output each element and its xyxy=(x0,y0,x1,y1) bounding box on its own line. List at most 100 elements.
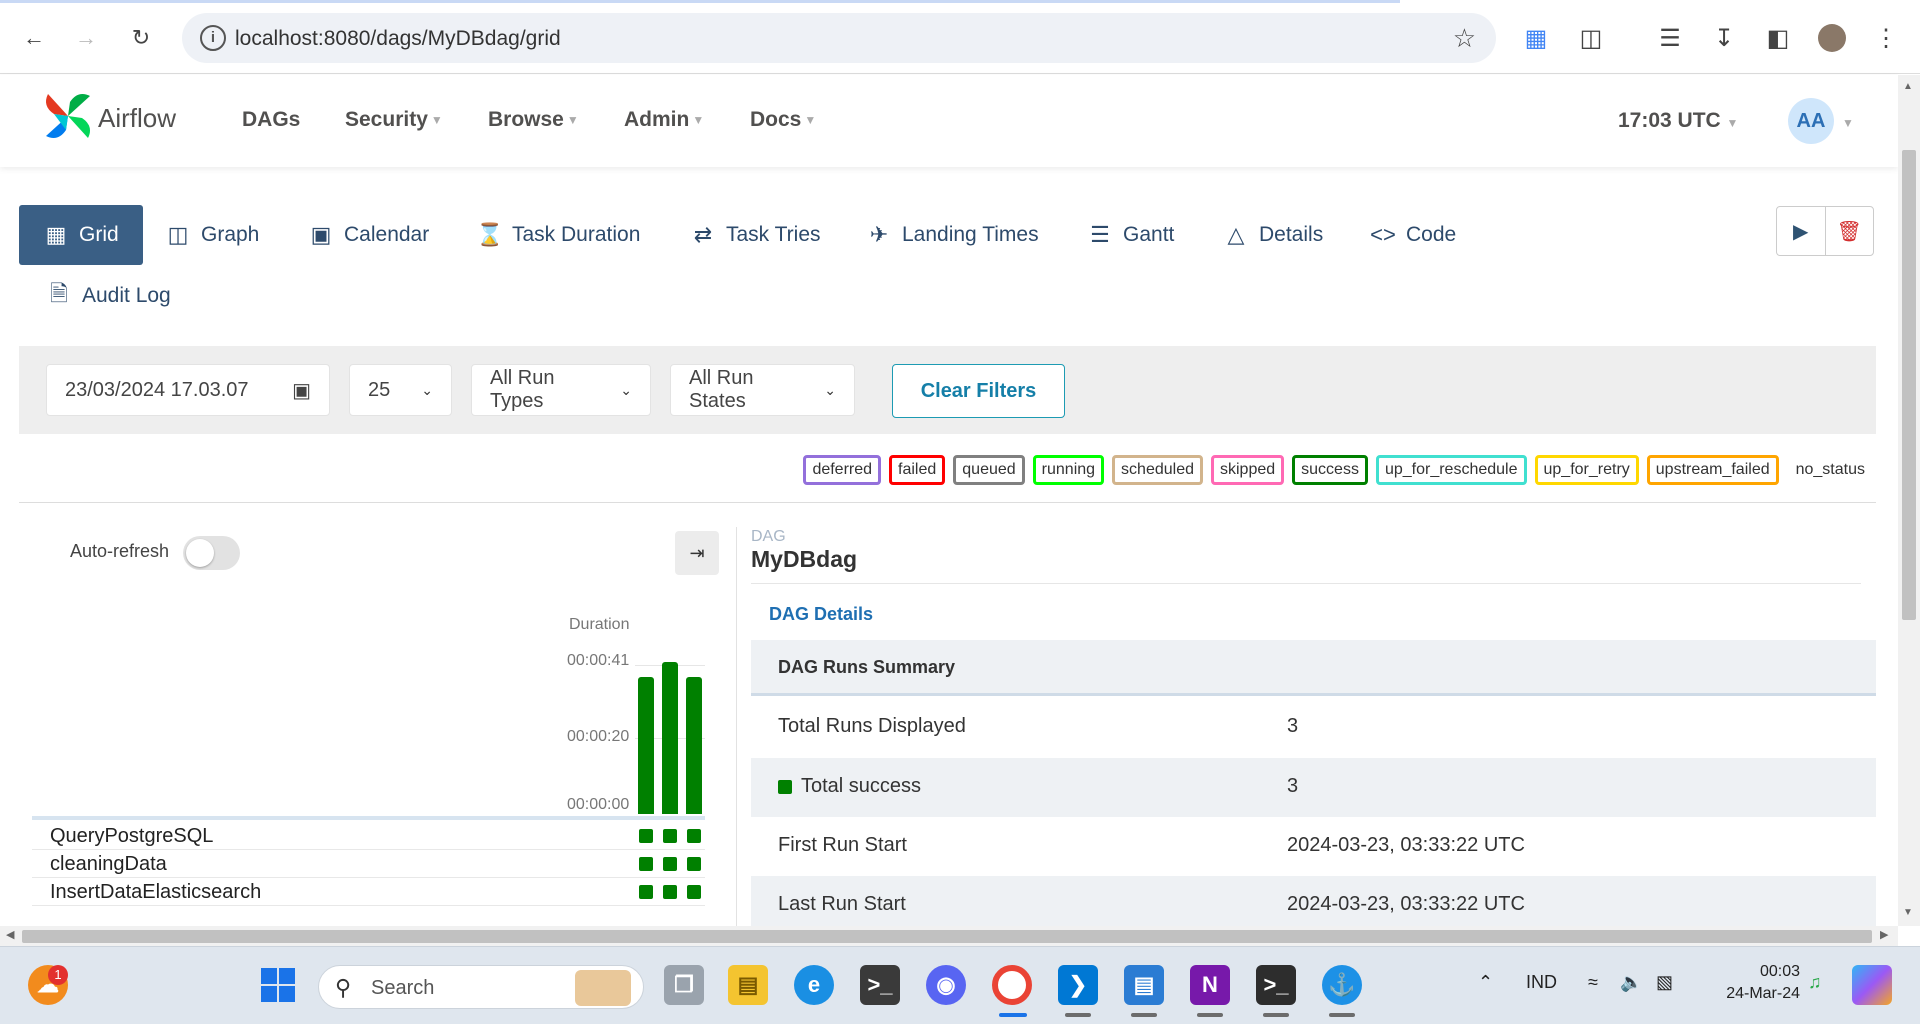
run-state-select[interactable]: All Run States ⌄ xyxy=(670,364,855,416)
task-instance-cell[interactable] xyxy=(663,885,677,899)
windows-start-icon[interactable] xyxy=(258,965,298,1005)
clear-filters-button[interactable]: Clear Filters xyxy=(892,364,1065,418)
legend-upstream-failed[interactable]: upstream_failed xyxy=(1646,455,1779,485)
system-clock[interactable]: 00:03 24-Mar-24 xyxy=(1720,961,1800,1005)
tab-landing-times[interactable]: ✈ Landing Times xyxy=(842,205,1063,265)
legend-deferred[interactable]: deferred xyxy=(803,455,882,485)
delete-dag-button[interactable]: 🗑 xyxy=(1824,207,1874,255)
tab-graph[interactable]: ◫ Graph xyxy=(141,205,283,265)
chrome-icon[interactable] xyxy=(992,965,1032,1005)
task-instance-cell[interactable] xyxy=(687,885,701,899)
media-queue-icon[interactable]: ☰ xyxy=(1652,20,1688,56)
back-icon[interactable]: ← xyxy=(14,18,54,58)
tab-task-duration[interactable]: ⌛ Task Duration xyxy=(452,205,664,265)
panel-divider[interactable] xyxy=(736,527,737,927)
reload-icon[interactable]: ↻ xyxy=(121,18,161,58)
tab-gantt[interactable]: ☰ Gantt xyxy=(1063,205,1198,265)
task-name[interactable]: InsertDataElasticsearch xyxy=(50,881,261,904)
page-vertical-scrollbar[interactable]: ▲ ▼ xyxy=(1898,75,1920,926)
legend-up-for-retry[interactable]: up_for_retry xyxy=(1534,455,1639,485)
base-date-input[interactable]: 23/03/2024 17.03.07 ▣ xyxy=(46,364,330,416)
dag-details-link[interactable]: DAG Details xyxy=(769,604,873,625)
volume-icon[interactable]: 🔈 xyxy=(1620,972,1642,993)
legend-success[interactable]: success xyxy=(1292,455,1368,485)
notepad-icon[interactable]: ▤ xyxy=(1124,965,1164,1005)
brand-name[interactable]: Airflow xyxy=(98,103,176,134)
run-type-select[interactable]: All Run Types ⌄ xyxy=(471,364,651,416)
side-panel-icon[interactable]: ◧ xyxy=(1760,20,1796,56)
menu-docs[interactable]: Docs ▼ xyxy=(750,108,816,132)
tab-details[interactable]: △ Details xyxy=(1199,205,1347,265)
scroll-down-icon[interactable]: ▼ xyxy=(1903,907,1913,918)
dag-title[interactable]: MyDBdag xyxy=(751,546,857,573)
profile-avatar-icon[interactable] xyxy=(1814,20,1850,56)
tab-grid[interactable]: ▦ Grid xyxy=(19,205,143,265)
menu-admin[interactable]: Admin ▼ xyxy=(624,108,704,132)
wifi-icon[interactable]: ≈ xyxy=(1588,972,1598,993)
run-duration-bar[interactable] xyxy=(638,677,654,814)
task-instance-cell[interactable] xyxy=(663,857,677,871)
address-bar[interactable]: i localhost:8080/dags/MyDBdag/grid ☆ xyxy=(182,13,1496,63)
copilot-icon[interactable] xyxy=(1852,965,1892,1005)
tab-audit-log[interactable]: 🗎 Audit Log xyxy=(22,266,195,326)
edge-browser-icon[interactable]: e xyxy=(794,965,834,1005)
docker-icon[interactable]: ⚓ xyxy=(1322,965,1362,1005)
file-explorer-icon[interactable]: ▤ xyxy=(728,965,768,1005)
task-instance-cell[interactable] xyxy=(663,829,677,843)
calendar-icon[interactable]: ▣ xyxy=(292,378,311,403)
vscode-icon[interactable]: ❯ xyxy=(1058,965,1098,1005)
run-duration-bar[interactable] xyxy=(662,662,678,814)
task-instance-cell[interactable] xyxy=(639,829,653,843)
collapse-details-button[interactable]: ⇥ xyxy=(675,531,719,575)
forward-icon[interactable]: → xyxy=(66,18,106,58)
url-text[interactable]: localhost:8080/dags/MyDBdag/grid xyxy=(235,27,561,51)
tab-calendar[interactable]: ▣ Calendar xyxy=(284,205,453,265)
menu-browse[interactable]: Browse ▼ xyxy=(488,108,579,132)
tab-code[interactable]: <> Code xyxy=(1346,205,1480,265)
bookmark-star-icon[interactable]: ☆ xyxy=(1453,23,1476,54)
num-runs-select[interactable]: 25 ⌄ xyxy=(349,364,452,416)
scroll-up-icon[interactable]: ▲ xyxy=(1903,81,1913,92)
download-icon[interactable]: ↧ xyxy=(1706,20,1742,56)
task-instance-cell[interactable] xyxy=(687,829,701,843)
legend-failed[interactable]: failed xyxy=(889,455,946,485)
terminal-icon[interactable]: >_ xyxy=(1256,965,1296,1005)
browser-menu-icon[interactable]: ⋮ xyxy=(1868,20,1904,56)
scrollbar-thumb[interactable] xyxy=(1902,150,1916,620)
task-name[interactable]: QueryPostgreSQL xyxy=(50,825,213,848)
task-view-icon[interactable]: ❐ xyxy=(664,965,704,1005)
auto-refresh-toggle[interactable] xyxy=(183,536,240,570)
extensions-icon[interactable]: ◫ xyxy=(1573,20,1609,56)
airflow-logo-icon[interactable] xyxy=(40,88,96,144)
legend-queued[interactable]: queued xyxy=(953,455,1025,485)
run-duration-bar[interactable] xyxy=(686,677,702,814)
menu-dags[interactable]: DAGs xyxy=(242,108,300,132)
task-row[interactable]: QueryPostgreSQL xyxy=(32,822,705,850)
trigger-dag-button[interactable]: ▶ xyxy=(1777,207,1825,255)
task-instance-cell[interactable] xyxy=(687,857,701,871)
server-clock[interactable]: 17:03 UTC ▼ xyxy=(1618,109,1738,133)
task-instance-cell[interactable] xyxy=(639,857,653,871)
tab-task-tries[interactable]: ⇄ Task Tries xyxy=(666,205,845,265)
legend-up-for-reschedule[interactable]: up_for_reschedule xyxy=(1375,455,1527,485)
task-row[interactable]: InsertDataElasticsearch xyxy=(32,878,705,906)
legend-skipped[interactable]: skipped xyxy=(1211,455,1285,485)
notification-bell-icon[interactable]: ♫ xyxy=(1808,972,1822,993)
site-info-icon[interactable]: i xyxy=(200,25,226,51)
onenote-icon[interactable]: N xyxy=(1190,965,1230,1005)
battery-icon[interactable]: ▧ xyxy=(1656,972,1673,993)
command-prompt-icon[interactable]: >_ xyxy=(860,965,900,1005)
menu-security[interactable]: Security ▼ xyxy=(345,108,443,132)
legend-scheduled[interactable]: scheduled xyxy=(1112,455,1203,485)
legend-no-status[interactable]: no_status xyxy=(1786,455,1874,485)
task-row[interactable]: cleaningData xyxy=(32,850,705,878)
chevron-down-icon[interactable]: ▼ xyxy=(1842,116,1854,130)
legend-running[interactable]: running xyxy=(1032,455,1105,485)
user-avatar[interactable]: AA xyxy=(1788,98,1834,144)
discord-icon[interactable]: ◉ xyxy=(926,965,966,1005)
task-name[interactable]: cleaningData xyxy=(50,853,167,876)
scroll-left-icon[interactable]: ◀ xyxy=(6,928,14,941)
show-hidden-icons-icon[interactable]: ⌃ xyxy=(1478,972,1493,993)
taskbar-search[interactable]: ⚲ Search xyxy=(318,965,644,1009)
language-indicator[interactable]: IND xyxy=(1526,972,1557,993)
